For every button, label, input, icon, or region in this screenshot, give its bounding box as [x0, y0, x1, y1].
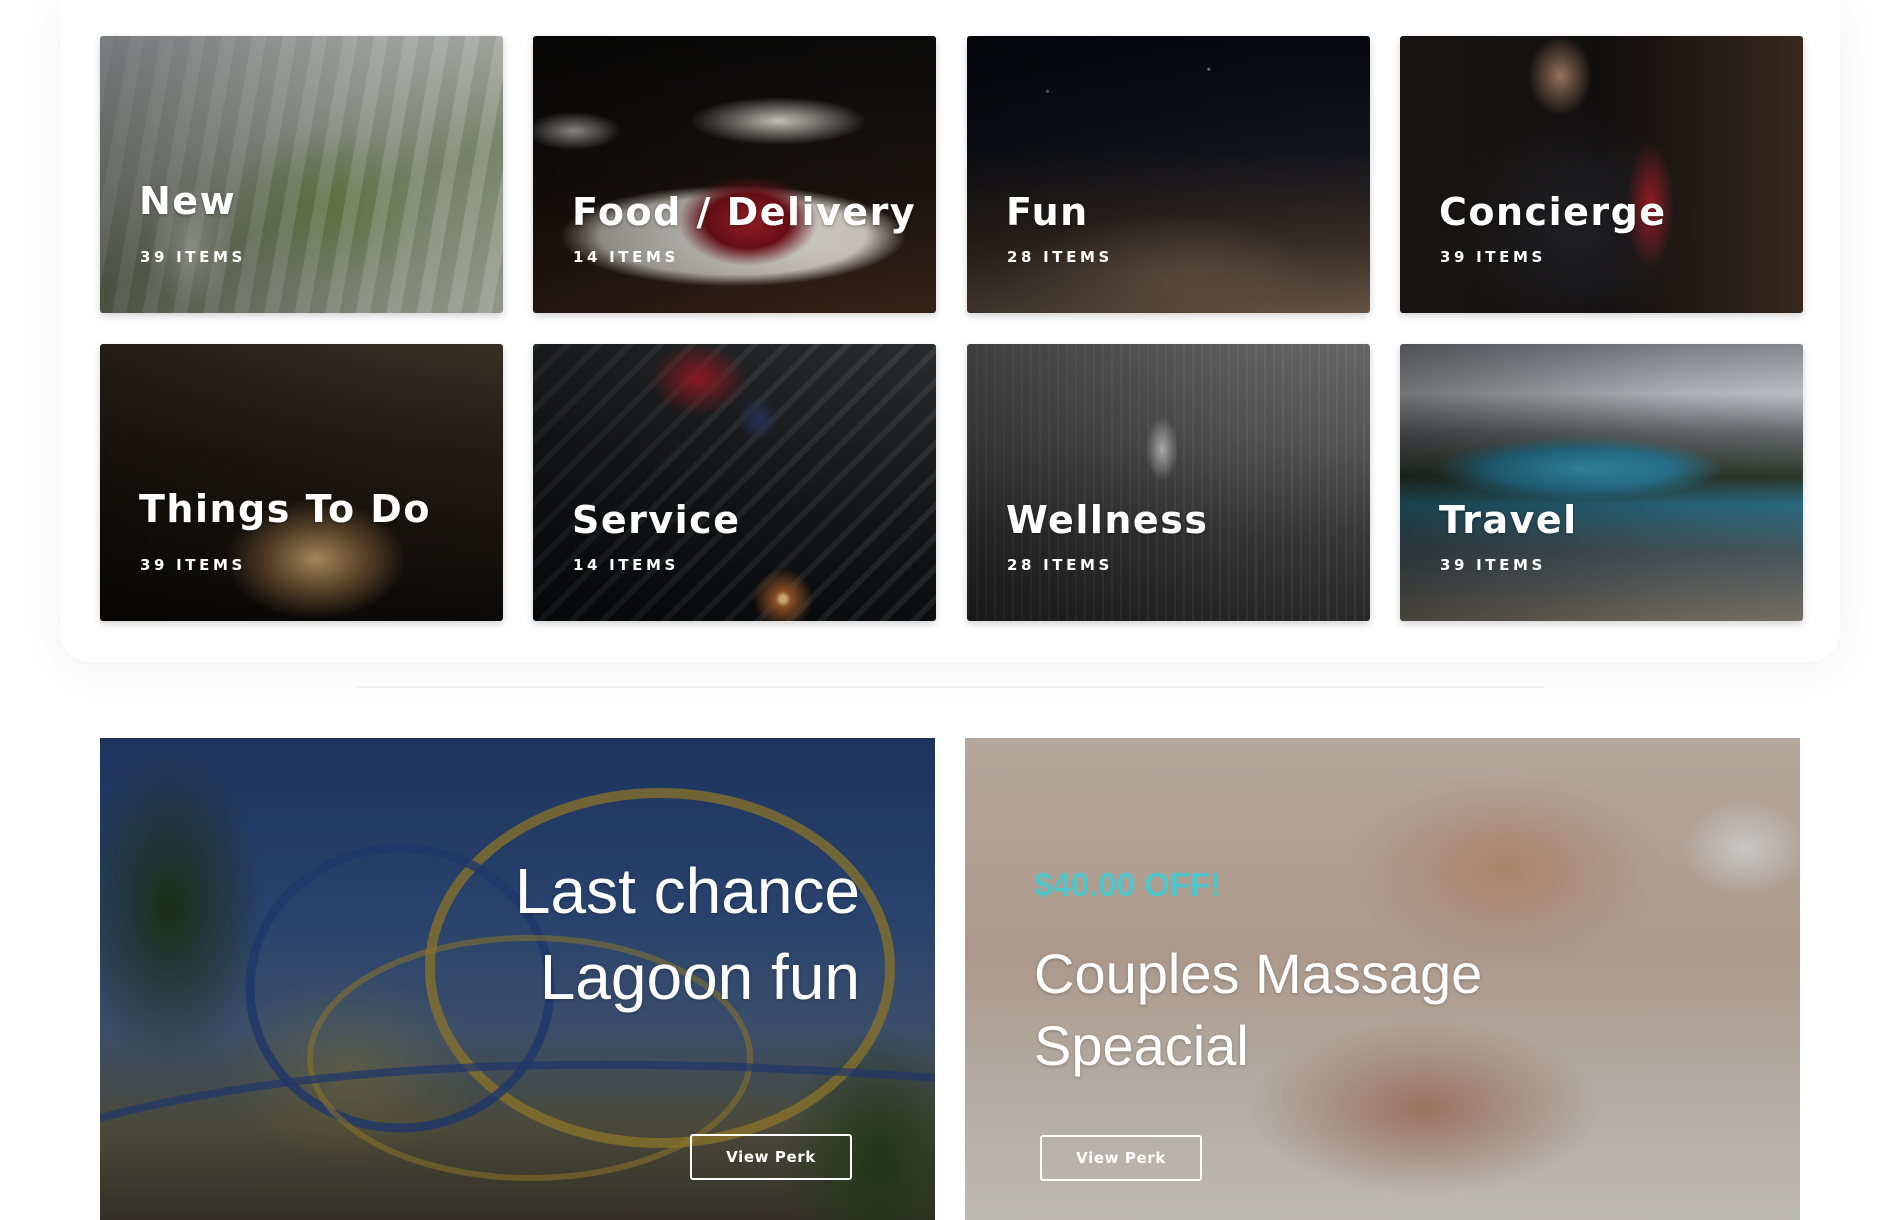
card-overlay — [100, 36, 503, 313]
category-card-service[interactable]: Service 14 ITEMS — [533, 344, 936, 621]
card-overlay — [967, 36, 1370, 313]
category-count: 14 ITEMS — [573, 556, 679, 574]
category-grid: New 39 ITEMS Food / Delivery 14 ITEMS Fun … — [60, 0, 1840, 662]
item-count: 39 — [1440, 248, 1469, 266]
page: New 39 ITEMS Food / Delivery 14 ITEMS Fun … — [0, 0, 1900, 1220]
category-title: Things To Do — [139, 487, 431, 531]
item-count-unit: ITEMS — [176, 248, 246, 266]
category-title: Food / Delivery — [572, 190, 917, 234]
card-overlay — [533, 36, 936, 313]
category-title: Fun — [1006, 190, 1089, 234]
item-count-unit: ITEMS — [609, 556, 679, 574]
item-count-unit: ITEMS — [609, 248, 679, 266]
category-card-wellness[interactable]: Wellness 28 ITEMS — [967, 344, 1370, 621]
category-title: Wellness — [1006, 498, 1209, 542]
category-title: Travel — [1439, 498, 1578, 542]
section-divider — [356, 686, 1544, 688]
category-count: 14 ITEMS — [573, 248, 679, 266]
item-count: 39 — [1440, 556, 1469, 574]
category-count: 39 ITEMS — [1440, 248, 1546, 266]
item-count-unit: ITEMS — [176, 556, 246, 574]
card-overlay — [533, 344, 936, 621]
category-count: 39 ITEMS — [140, 248, 246, 266]
item-count-unit: ITEMS — [1043, 248, 1113, 266]
item-count-unit: ITEMS — [1043, 556, 1113, 574]
item-count: 39 — [140, 248, 169, 266]
category-title: Service — [572, 498, 741, 542]
view-perk-button[interactable]: View Perk — [690, 1134, 852, 1180]
category-card-food-delivery[interactable]: Food / Delivery 14 ITEMS — [533, 36, 936, 313]
item-count: 14 — [573, 248, 602, 266]
item-count: 14 — [573, 556, 602, 574]
card-overlay — [1400, 36, 1803, 313]
card-overlay — [967, 344, 1370, 621]
item-count: 28 — [1007, 248, 1036, 266]
category-card-fun[interactable]: Fun 28 ITEMS — [967, 36, 1370, 313]
category-card-concierge[interactable]: Concierge 39 ITEMS — [1400, 36, 1803, 313]
category-count: 39 ITEMS — [1440, 556, 1546, 574]
card-overlay — [100, 344, 503, 621]
category-card-things-to-do[interactable]: Things To Do 39 ITEMS — [100, 344, 503, 621]
category-title: Concierge — [1439, 190, 1667, 234]
item-count: 39 — [140, 556, 169, 574]
item-count: 28 — [1007, 556, 1036, 574]
item-count-unit: ITEMS — [1476, 248, 1546, 266]
promo-heading: Last chance Lagoon fun — [400, 848, 860, 1020]
category-count: 28 ITEMS — [1007, 556, 1113, 574]
promo-heading: Couples Massage Speacial — [1034, 938, 1634, 1082]
promo-heading-line: Couples Massage — [1034, 942, 1483, 1005]
category-card-new[interactable]: New 39 ITEMS — [100, 36, 503, 313]
discount-label: $40.00 OFF! — [1034, 866, 1222, 903]
category-count: 39 ITEMS — [140, 556, 246, 574]
promo-banner-lagoon[interactable]: Last chance Lagoon fun View Perk — [100, 738, 935, 1220]
promo-banner-massage[interactable]: $40.00 OFF! Couples Massage Speacial Vie… — [965, 738, 1800, 1220]
category-count: 28 ITEMS — [1007, 248, 1113, 266]
card-overlay — [1400, 344, 1803, 621]
view-perk-button[interactable]: View Perk — [1040, 1135, 1202, 1181]
promo-heading-line: Lagoon fun — [539, 941, 860, 1013]
category-card-travel[interactable]: Travel 39 ITEMS — [1400, 344, 1803, 621]
category-title: New — [139, 179, 237, 223]
promo-heading-line: Speacial — [1034, 1014, 1249, 1077]
item-count-unit: ITEMS — [1476, 556, 1546, 574]
promo-heading-line: Last chance — [514, 855, 860, 927]
